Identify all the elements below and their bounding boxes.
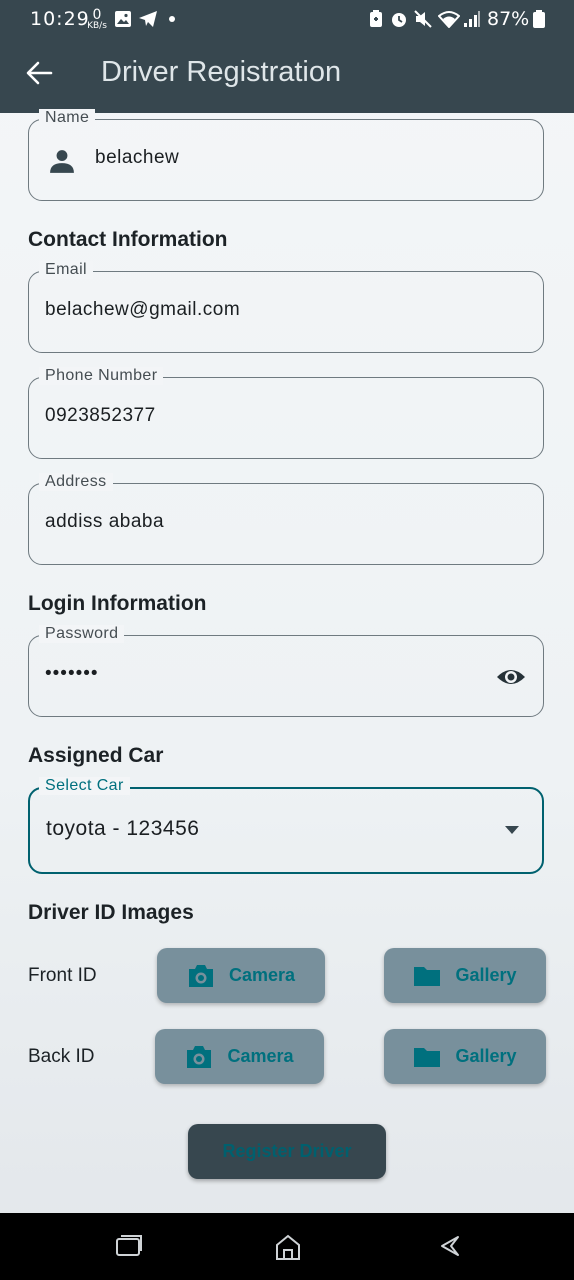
- login-information-heading: Login Information: [28, 592, 207, 615]
- home-icon[interactable]: [274, 1233, 302, 1261]
- back-id-gallery-button[interactable]: Gallery: [384, 1029, 546, 1084]
- select-car-value: toyota - 123456: [46, 817, 200, 840]
- battery-saver-icon: [370, 10, 382, 27]
- mute-icon: [414, 10, 432, 28]
- select-car-dropdown[interactable]: Select Car toyota - 123456: [28, 777, 544, 874]
- phone-number-label: Phone Number: [39, 367, 164, 385]
- system-nav-bar: [0, 1213, 574, 1280]
- name-field[interactable]: Name belachew: [28, 109, 544, 201]
- front-id-label: Front ID: [28, 965, 97, 986]
- telegram-icon: [139, 11, 157, 27]
- arrow-left-icon[interactable]: [24, 58, 54, 88]
- wifi-icon: [438, 11, 460, 28]
- address-label: Address: [39, 473, 113, 491]
- app-bar: 10:29 0 KB/s 87% Driver Registration: [0, 0, 574, 113]
- recent-apps-icon[interactable]: [114, 1233, 144, 1259]
- signal-icon: [464, 11, 480, 27]
- email-value: belachew@gmail.com: [45, 299, 241, 320]
- folder-icon: [414, 1047, 441, 1067]
- eye-icon[interactable]: [495, 664, 527, 690]
- driver-id-images-heading: Driver ID Images: [28, 901, 194, 924]
- back-id-label: Back ID: [28, 1046, 95, 1067]
- email-label: Email: [39, 261, 94, 279]
- page-title: Driver Registration: [101, 56, 342, 88]
- battery-percentage: 87%: [487, 8, 530, 30]
- back-id-gallery-label: Gallery: [455, 1046, 517, 1066]
- name-value: belachew: [95, 147, 180, 168]
- image-icon: [115, 11, 131, 27]
- email-field[interactable]: Email belachew@gmail.com: [28, 261, 544, 353]
- front-id-gallery-label: Gallery: [455, 965, 517, 985]
- address-value: addiss ababa: [45, 511, 165, 532]
- contact-information-heading: Contact Information: [28, 228, 228, 251]
- camera-icon: [187, 1045, 212, 1068]
- select-car-label: Select Car: [39, 777, 130, 795]
- status-bar: 10:29 0 KB/s 87%: [0, 0, 574, 38]
- network-speed-unit: KB/s: [87, 21, 107, 31]
- name-label: Name: [39, 109, 96, 127]
- network-speed-value: 0: [92, 7, 102, 23]
- battery-icon: [533, 10, 545, 28]
- front-id-camera-button[interactable]: Camera: [157, 948, 325, 1003]
- dropdown-arrow-icon[interactable]: [504, 825, 520, 835]
- password-label: Password: [39, 625, 125, 643]
- back-id-camera-label: Camera: [227, 1046, 294, 1066]
- password-field[interactable]: Password •••••••: [28, 625, 544, 717]
- alarm-icon: [392, 13, 406, 27]
- folder-icon: [414, 966, 441, 986]
- network-speed: 0 KB/s: [87, 8, 107, 31]
- address-field[interactable]: Address addiss ababa: [28, 473, 544, 565]
- person-icon: [50, 150, 74, 173]
- back-id-camera-button[interactable]: Camera: [155, 1029, 324, 1084]
- front-id-camera-label: Camera: [228, 965, 296, 985]
- phone-number-field[interactable]: Phone Number 0923852377: [28, 367, 544, 459]
- assigned-car-heading: Assigned Car: [28, 744, 164, 767]
- front-id-gallery-button[interactable]: Gallery: [384, 948, 546, 1003]
- back-icon[interactable]: [438, 1233, 462, 1259]
- status-time: 10:29: [30, 8, 90, 30]
- register-driver-button[interactable]: Register Driver: [188, 1124, 386, 1179]
- phone-number-value: 0923852377: [45, 405, 156, 426]
- camera-icon: [188, 964, 213, 987]
- password-value: •••••••: [45, 663, 99, 684]
- dot-icon: [169, 16, 175, 22]
